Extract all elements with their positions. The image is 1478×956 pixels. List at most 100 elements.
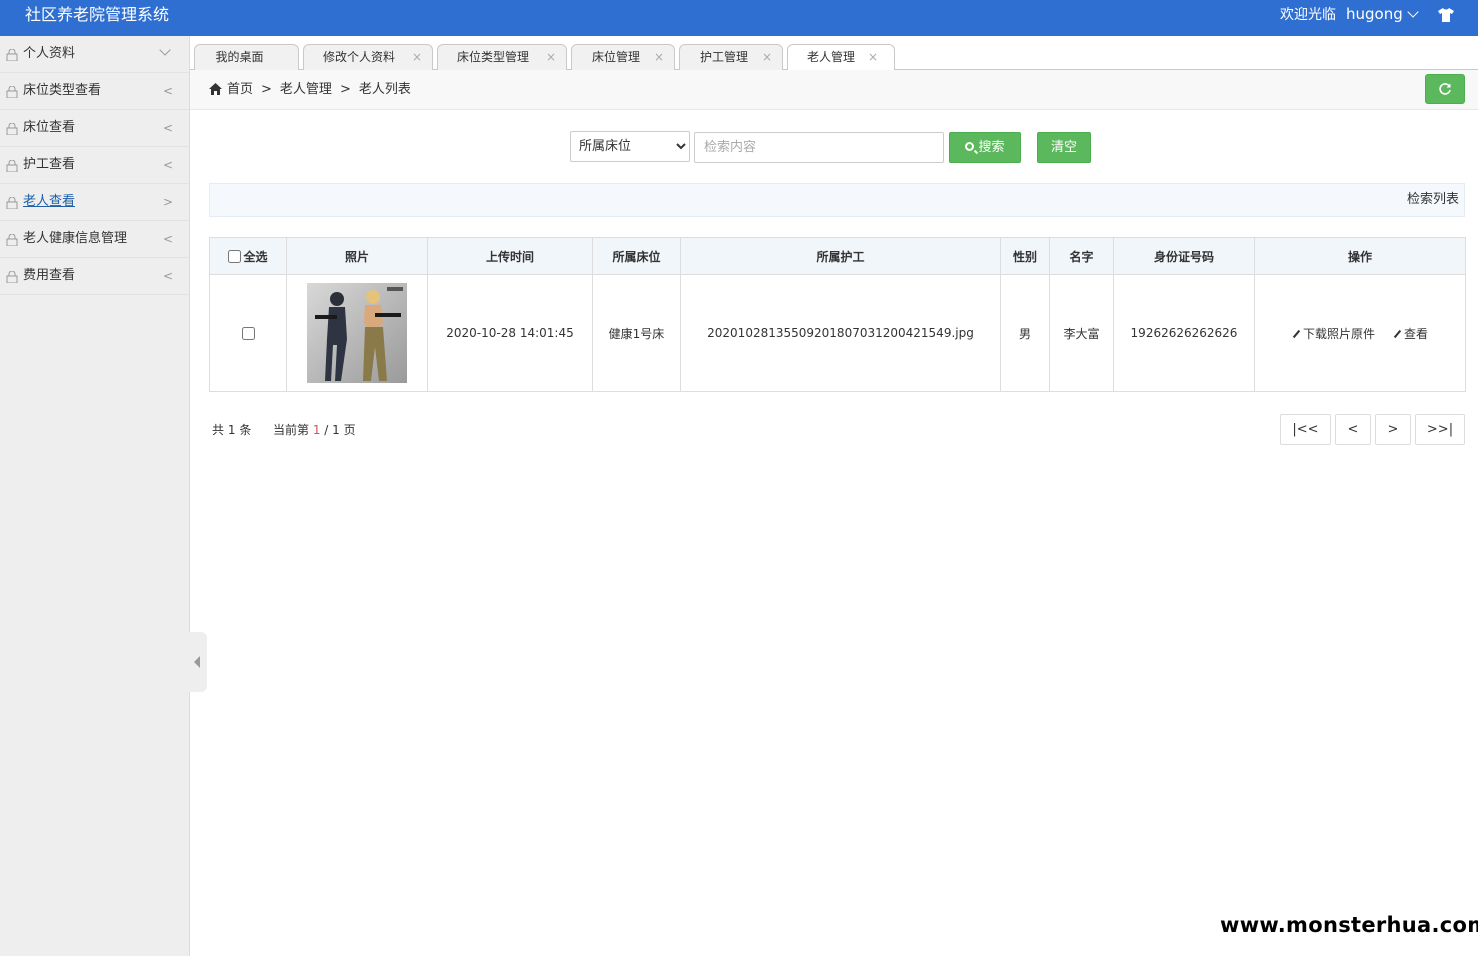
breadcrumb-separator: > (261, 82, 272, 97)
home-icon (209, 83, 222, 95)
breadcrumb: 首页 > 老人管理 > 老人列表 (190, 70, 1478, 110)
column-header: 照片 (286, 237, 428, 275)
total-count: 1 (227, 423, 236, 437)
select-all-checkbox[interactable] (228, 249, 242, 263)
column-header: 名字 (1049, 237, 1114, 275)
table-row: 2020-10-28 14:01:45 健康1号床 20201028135509… (209, 274, 1466, 392)
sidebar-item-label: 床位查看 (23, 120, 76, 135)
pencil-icon (1292, 329, 1301, 338)
tab-caregiver-manage[interactable]: 护工管理 × (679, 44, 783, 70)
refresh-button[interactable] (1425, 74, 1465, 104)
select-all-header: 全选 (209, 237, 287, 275)
tab-bar: 我的桌面 修改个人资料 × 床位类型管理 × 床位管理 × 护工管理 × 老人管… (190, 36, 1478, 71)
column-header: 所属床位 (592, 237, 681, 275)
id-number-cell: 19262626262626 (1113, 274, 1255, 392)
breadcrumb-home[interactable]: 首页 (227, 82, 253, 97)
skin-shirt-icon[interactable] (1438, 8, 1454, 22)
prev-page-button[interactable]: < (1335, 414, 1371, 445)
search-button-label: 搜索 (978, 140, 1005, 155)
watermark: www.monsterhua.com (1220, 913, 1478, 937)
username: hugong (1346, 5, 1403, 23)
close-icon[interactable]: × (868, 45, 878, 70)
total-suffix: 条 (239, 423, 252, 437)
sidebar-item-label: 老人健康信息管理 (23, 231, 128, 246)
breadcrumb-separator: > (339, 82, 351, 97)
user-menu[interactable]: hugong (1346, 5, 1419, 23)
elder-photo[interactable] (307, 283, 407, 383)
view-link[interactable]: 查看 (1393, 327, 1428, 341)
clear-button[interactable]: 清空 (1037, 132, 1091, 163)
chevron-down-icon (159, 44, 171, 56)
current-page: 1 (312, 423, 321, 437)
search-input[interactable] (694, 132, 944, 163)
triangle-left-icon (194, 656, 200, 668)
close-icon[interactable]: × (412, 45, 422, 70)
sidebar-item-fee[interactable]: 费用查看 < (0, 258, 189, 295)
refresh-icon (1439, 83, 1451, 95)
gender-cell: 男 (1000, 274, 1050, 392)
chevron-right-icon: > (162, 195, 173, 209)
pager-info: 共 1 条 当前第 1 / 1 页 (212, 422, 356, 438)
close-icon[interactable]: × (654, 45, 664, 70)
operations-cell: 下载照片原件 查看 (1254, 274, 1466, 392)
first-page-button[interactable]: |<< (1280, 414, 1331, 445)
table-header-row: 全选 照片 上传时间 所属床位 所属护工 性别 名字 身份证号码 操作 (209, 237, 1466, 275)
tab-label: 我的桌面 (215, 50, 264, 64)
tab-desktop[interactable]: 我的桌面 (194, 44, 299, 70)
tab-elder-manage[interactable]: 老人管理 × (787, 44, 895, 71)
breadcrumb-level1[interactable]: 老人管理 (280, 82, 332, 97)
list-title: 检索列表 (1406, 192, 1459, 207)
chevron-left-icon: < (162, 121, 173, 135)
bed-cell: 健康1号床 (592, 274, 681, 392)
total-prefix: 共 (212, 423, 225, 437)
lock-icon (6, 197, 18, 209)
next-page-button[interactable]: > (1375, 414, 1411, 445)
sidebar: 个人资料 床位类型查看 < 床位查看 < 护工查看 < 老人查看 > 老人健康信… (0, 36, 190, 956)
name-cell: 李大富 (1049, 274, 1114, 392)
last-page-button[interactable]: >>| (1415, 414, 1465, 445)
column-header: 所属护工 (680, 237, 1001, 275)
column-header: 身份证号码 (1113, 237, 1255, 275)
sidebar-item-health[interactable]: 老人健康信息管理 < (0, 221, 189, 258)
column-header: 操作 (1254, 237, 1466, 275)
welcome-text: 欢迎光临 (1280, 7, 1336, 23)
sidebar-item-bed[interactable]: 床位查看 < (0, 110, 189, 147)
sidebar-collapse-handle[interactable] (189, 632, 207, 692)
column-header: 性别 (1000, 237, 1050, 275)
photo-cell (286, 274, 428, 392)
sidebar-item-profile[interactable]: 个人资料 (0, 36, 189, 73)
close-icon[interactable]: × (546, 45, 556, 70)
lock-icon (6, 160, 18, 172)
close-icon[interactable]: × (762, 45, 772, 70)
search-button[interactable]: 搜索 (949, 132, 1021, 163)
lock-icon (6, 271, 18, 283)
pencil-icon (1393, 329, 1402, 338)
tab-bed-manage[interactable]: 床位管理 × (571, 44, 675, 70)
select-all-label: 全选 (243, 249, 268, 264)
search-icon (965, 142, 975, 151)
sidebar-item-label: 费用查看 (23, 268, 76, 283)
chevron-left-icon: < (162, 232, 173, 246)
caregiver-cell: 20201028135509201807031200421549.jpg (680, 274, 1001, 392)
sidebar-item-caregiver[interactable]: 护工查看 < (0, 147, 189, 184)
row-checkbox[interactable] (241, 327, 255, 340)
breadcrumb-trail: 首页 > 老人管理 > 老人列表 (227, 81, 411, 98)
lock-icon (6, 123, 18, 135)
breadcrumb-level2: 老人列表 (358, 82, 411, 97)
app-title: 社区养老院管理系统 (25, 5, 170, 24)
page-suffix: 页 (343, 423, 356, 437)
bed-filter-select[interactable]: 所属床位 (570, 131, 690, 162)
lock-icon (6, 49, 18, 61)
tab-label: 老人管理 (806, 50, 855, 64)
sidebar-item-bed-type[interactable]: 床位类型查看 < (0, 73, 189, 110)
upload-time-cell: 2020-10-28 14:01:45 (427, 274, 593, 392)
download-photo-label: 下载照片原件 (1302, 326, 1375, 341)
lock-icon (6, 86, 18, 98)
current-prefix: 当前第 (272, 423, 309, 437)
download-photo-link[interactable]: 下载照片原件 (1292, 327, 1375, 341)
tab-bed-type-manage[interactable]: 床位类型管理 × (437, 44, 567, 70)
elder-table: 全选 照片 上传时间 所属床位 所属护工 性别 名字 身份证号码 操作 2020… (209, 237, 1466, 392)
top-header: 社区养老院管理系统 欢迎光临 hugong (0, 0, 1478, 36)
sidebar-item-elder[interactable]: 老人查看 > (0, 184, 189, 221)
tab-edit-profile[interactable]: 修改个人资料 × (303, 44, 433, 70)
